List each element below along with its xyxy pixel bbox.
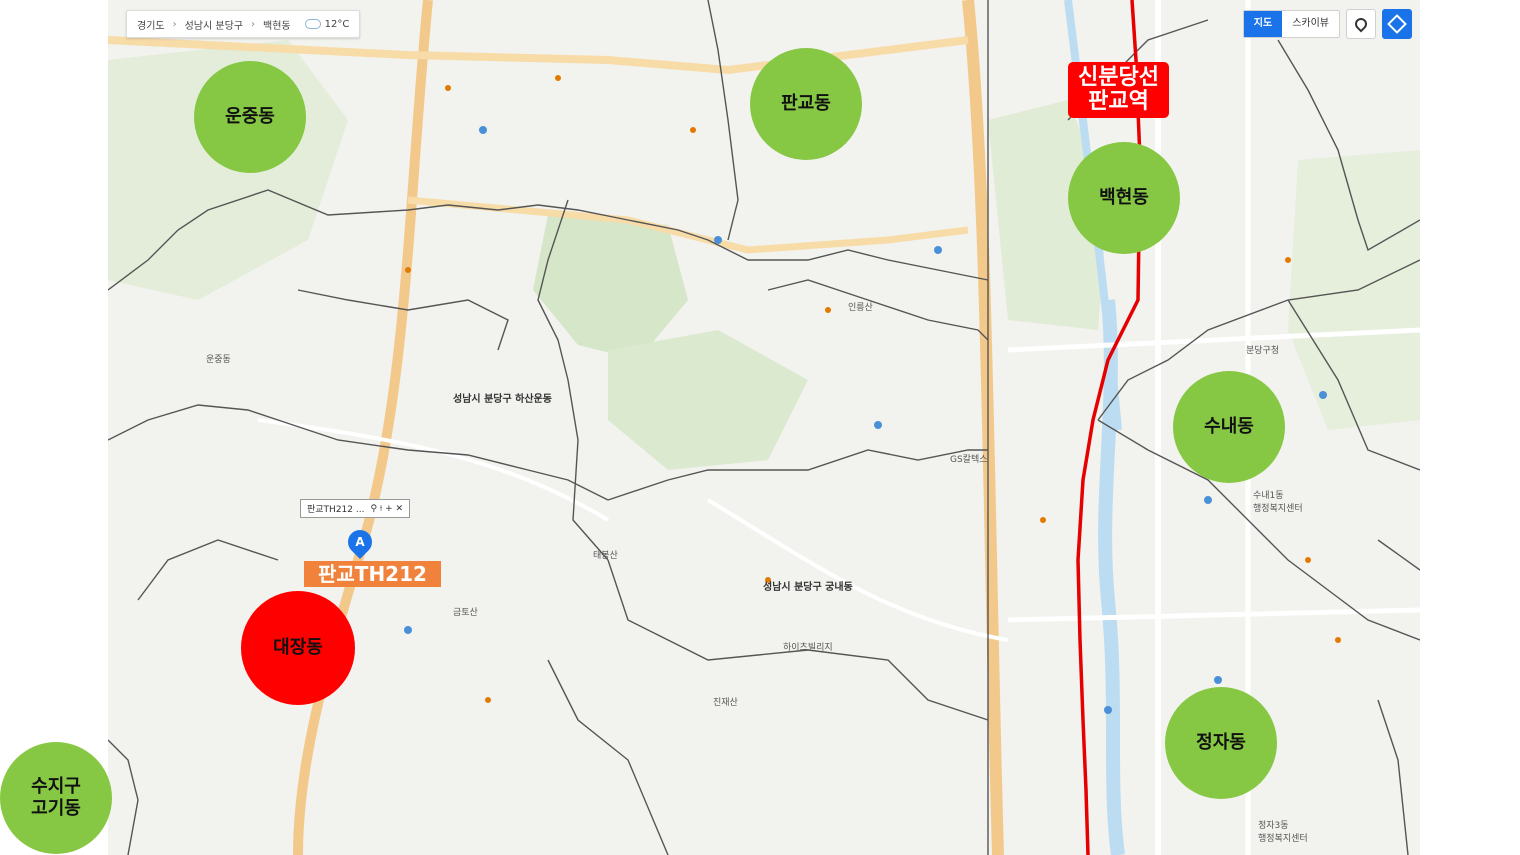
- station-name: 판교역: [1088, 89, 1149, 115]
- label-gs-caltex: GS칼텍스: [950, 455, 988, 465]
- marker-label[interactable]: 판교TH212: [304, 561, 441, 587]
- breadcrumb-district[interactable]: 성남시 분당구: [185, 17, 243, 32]
- location-button[interactable]: [1346, 9, 1376, 39]
- label-hasanun-dong: 성남시 분당구 하산운동: [453, 394, 552, 405]
- marker-popup[interactable]: 판교TH212 ... ⚲ ⟊ + ✕: [300, 499, 411, 518]
- label-taebong: 태봉산: [593, 551, 618, 561]
- marker-letter: A: [355, 535, 365, 549]
- road-mid: [407, 196, 969, 254]
- dong-circle-unjung[interactable]: 운중동: [194, 61, 306, 173]
- pangyo-station-label[interactable]: 신분당선 판교역: [1068, 62, 1169, 119]
- road-cross-2: [1007, 607, 1420, 623]
- chevron-right-icon: ›: [251, 18, 255, 30]
- park-area: [608, 330, 808, 470]
- label-sunae-center: 수내1동 행정복지센터: [1253, 491, 1303, 514]
- dong-circle-sujigu-gogi[interactable]: 수지구 고기동: [0, 742, 112, 854]
- label-unjung-small: 운중동: [206, 355, 231, 365]
- map-toolbar: 지도 스카이뷰: [1242, 9, 1412, 39]
- station-line-name: 신분당선: [1078, 65, 1159, 90]
- temperature: 12°C: [324, 18, 350, 30]
- map-type-toggle: 지도 스카이뷰: [1242, 10, 1340, 38]
- label-heights: 하이츠빌리지: [783, 643, 833, 653]
- breadcrumb-dong[interactable]: 백현동: [263, 17, 291, 32]
- label-jeongja-center: 정자3동 행정복지센터: [1258, 821, 1308, 844]
- dong-circle-sunae[interactable]: 수내동: [1173, 371, 1285, 483]
- location-pin-icon: [1352, 15, 1370, 33]
- map-view-button[interactable]: 지도: [1243, 11, 1283, 37]
- label-bundang-office: 분당구청: [1246, 346, 1280, 356]
- breadcrumb-province[interactable]: 경기도: [137, 17, 165, 32]
- label-gungnae-dong: 성남시 분당구 궁내동: [763, 582, 853, 593]
- cloud-icon: [304, 19, 321, 29]
- chevron-right-icon: ›: [172, 18, 177, 30]
- label-inseok: 인릉산: [848, 303, 873, 313]
- weather-info: 12°C: [304, 18, 350, 30]
- marker-popup-title: 판교TH212 ...: [307, 505, 365, 515]
- dong-circle-pangyo[interactable]: 판교동: [750, 48, 862, 160]
- dong-circle-daejang[interactable]: 대장동: [241, 591, 355, 705]
- skyview-button[interactable]: 스카이뷰: [1282, 11, 1339, 37]
- breadcrumb: 경기도 › 성남시 분당구 › 백현동 12°C: [126, 10, 361, 38]
- layers-icon: [1387, 14, 1407, 34]
- label-geumto: 금토산: [453, 608, 478, 618]
- road-local-2: [706, 498, 1009, 642]
- marker-a-pin[interactable]: A: [343, 525, 377, 559]
- label-jinjae: 진재산: [713, 698, 738, 708]
- dong-circle-jeongja[interactable]: 정자동: [1165, 687, 1277, 799]
- dong-circle-baekhyeon[interactable]: 백현동: [1068, 142, 1180, 254]
- layers-button[interactable]: [1382, 9, 1412, 39]
- marker-popup-tools[interactable]: ⚲ ⟊ + ✕: [370, 504, 403, 514]
